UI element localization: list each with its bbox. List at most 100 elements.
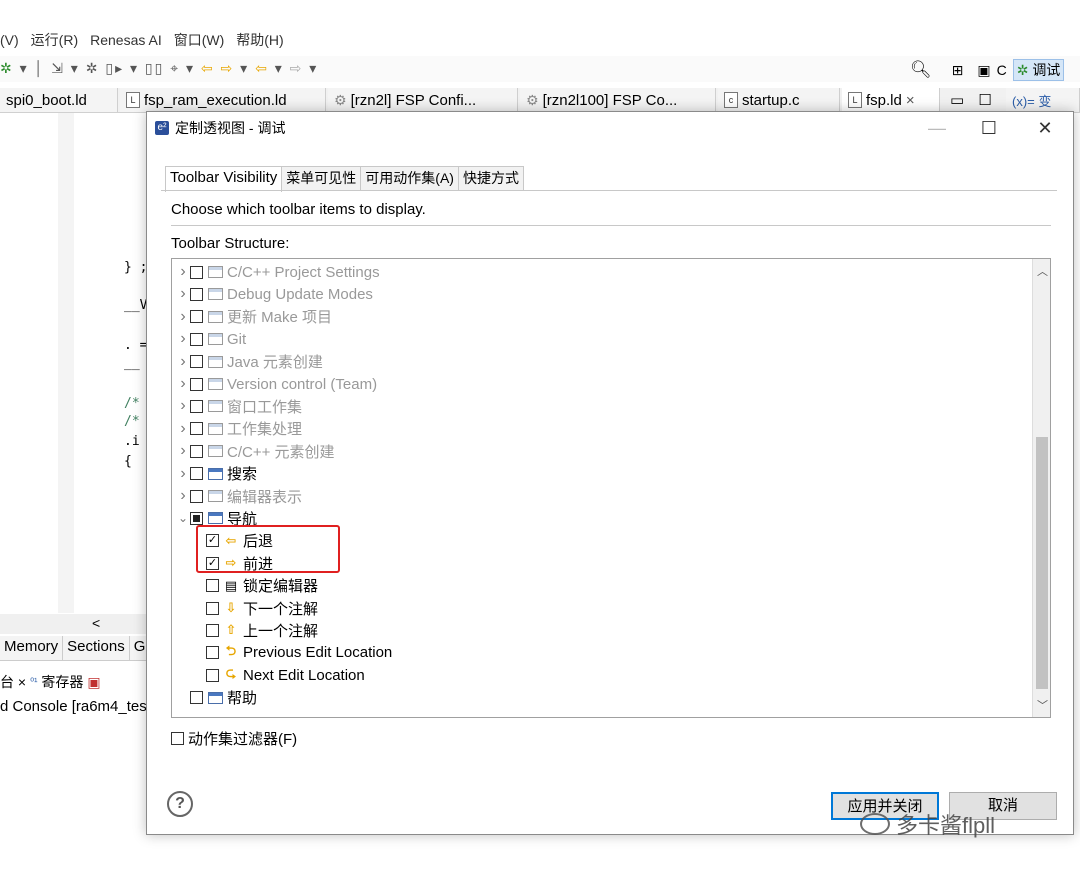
tree-item-checkbox[interactable]: ✓ (206, 534, 219, 548)
tab-rzn2l-fsp-config[interactable]: ⚙ [rzn2l] FSP Confi... (328, 88, 518, 112)
forward-toolbar-icon[interactable]: ⇨ (221, 60, 235, 76)
tree-item[interactable]: ✓ ⇨ 前进 (192, 552, 273, 574)
tab-console[interactable]: 台 × (0, 672, 26, 692)
tree-item-checkbox[interactable] (190, 489, 203, 503)
tree-item[interactable]: ⮌ Previous Edit Location (192, 642, 392, 664)
tree-item[interactable]: ✓ ⇦ 后退 (192, 530, 273, 552)
open-perspective-icon[interactable]: ⊞ (952, 62, 964, 79)
tree-item-checkbox[interactable] (206, 601, 219, 615)
tree-item-checkbox[interactable] (206, 579, 219, 593)
chevron-right-icon[interactable]: › (176, 285, 190, 303)
maximize-icon[interactable]: ☐ (978, 91, 991, 109)
tab-fsp-ram-execution[interactable]: L fsp_ram_execution.ld (120, 88, 326, 112)
tab-sections[interactable]: Sections (63, 636, 130, 660)
forward-arrow-icon[interactable]: ⇨ (290, 60, 304, 76)
chevron-right-icon[interactable]: › (176, 487, 190, 505)
debug-perspective-button[interactable]: ✲ 调试 (1012, 59, 1065, 81)
chevron-right-icon[interactable]: › (176, 308, 190, 326)
tab-action-sets[interactable]: 可用动作集(A) (360, 166, 459, 190)
tab-fsp-ld[interactable]: L fsp.ld × (842, 88, 940, 112)
tree-item[interactable]: › 更新 Make 项目 (176, 306, 332, 328)
scrollbar-thumb[interactable] (1036, 437, 1048, 689)
chevron-right-icon[interactable]: › (176, 330, 190, 348)
c-perspective-label[interactable]: C (997, 62, 1007, 78)
menu-renesas-ai[interactable]: Renesas AI (90, 32, 162, 48)
chevron-right-icon[interactable]: › (176, 465, 190, 483)
run-icon[interactable]: ⇲ (51, 60, 65, 76)
toolbar-structure-tree[interactable]: ︿ ﹀ › C/C++ Project Settings › Debug Update… (171, 258, 1051, 718)
tree-item[interactable]: ⌄ 导航 (176, 507, 257, 529)
tree-item-checkbox[interactable] (190, 287, 203, 301)
tab-registers[interactable]: 寄存器 (41, 672, 83, 692)
peripherals-icon[interactable]: ▣ (87, 674, 100, 691)
action-set-filter[interactable]: 动作集过滤器(F) (171, 728, 297, 749)
chevron-right-icon[interactable]: › (176, 353, 190, 371)
chevron-right-icon[interactable]: › (176, 375, 190, 393)
tab-spi0-boot[interactable]: spi0_boot.ld (0, 88, 118, 112)
tree-item[interactable]: 帮助 (176, 687, 257, 709)
menu-view[interactable]: (V) (0, 32, 19, 48)
chevron-right-icon[interactable]: › (176, 420, 190, 438)
close-button[interactable]: ✕ (1025, 116, 1065, 140)
close-icon[interactable]: × (906, 92, 915, 109)
tree-item-checkbox[interactable] (190, 444, 203, 458)
tree-item[interactable]: › 搜索 (176, 463, 257, 485)
variables-view-tab[interactable]: (x)= 变 (1006, 88, 1080, 112)
chevron-right-icon[interactable]: › (176, 263, 190, 281)
bug-icon[interactable]: ✲ (86, 60, 100, 76)
scroll-up-icon[interactable]: ︿ (1037, 263, 1048, 279)
back-arrow-icon[interactable]: ⇦ (255, 60, 269, 76)
filter-checkbox[interactable] (171, 732, 184, 745)
tree-item[interactable]: › 编辑器表示 (176, 485, 302, 507)
scroll-down-icon[interactable]: ﹀ (1037, 697, 1048, 713)
tab-rzn2l100-fsp-config[interactable]: ⚙ [rzn2l100] FSP Co... (520, 88, 716, 112)
scroll-left-icon[interactable]: < (92, 615, 100, 631)
tree-item-checkbox[interactable] (190, 467, 203, 481)
tab-menu-visibility[interactable]: 菜单可见性 (281, 166, 362, 190)
tree-item-checkbox[interactable] (190, 691, 203, 705)
tree-item[interactable]: › C/C++ 元素创建 (176, 440, 334, 462)
tree-item-checkbox[interactable] (190, 355, 203, 369)
tree-item[interactable]: ▤ 锁定编辑器 (192, 575, 318, 597)
tree-item[interactable]: › Debug Update Modes (176, 283, 373, 305)
minimize-icon[interactable]: ▭ (950, 91, 964, 109)
tree-item-checkbox[interactable] (190, 332, 203, 346)
tree-item[interactable]: › Java 元素创建 (176, 351, 323, 373)
tree-item-checkbox[interactable] (206, 668, 219, 682)
tree-item-checkbox[interactable] (190, 511, 203, 525)
menu-window[interactable]: 窗口(W) (174, 30, 225, 50)
tree-item[interactable]: › 工作集处理 (176, 418, 302, 440)
chevron-right-icon[interactable]: › (176, 442, 190, 460)
tree-item-checkbox[interactable] (190, 265, 203, 279)
maximize-button[interactable]: ☐ (969, 116, 1009, 140)
c-perspective-icon[interactable]: ▣ (977, 62, 990, 79)
tree-item[interactable]: ⇩ 下一个注解 (192, 597, 318, 619)
tree-item[interactable]: › C/C++ Project Settings (176, 261, 379, 283)
tree-item[interactable]: › Git (176, 328, 246, 350)
tree-item[interactable]: › 窗口工作集 (176, 395, 302, 417)
debug-icon[interactable]: ✲ (0, 60, 14, 76)
tab-startup-c[interactable]: c startup.c (718, 88, 840, 112)
tree-item-checkbox[interactable] (206, 623, 219, 637)
help-icon[interactable]: ? (167, 791, 193, 817)
tree-item[interactable]: ⮎ Next Edit Location (192, 664, 365, 686)
toolbar-icons[interactable]: ✲ ▾ │ ⇲ ▾ ✲ ▯▸ ▾ ▯▯ ⌖ ▾ ⇦ ⇨ ▾ ⇦ ▾ ⇨ ▾ (0, 60, 318, 77)
tree-item-checkbox[interactable]: ✓ (206, 556, 219, 570)
tree-item[interactable]: ⇧ 上一个注解 (192, 619, 318, 641)
tab-shortcuts[interactable]: 快捷方式 (457, 166, 524, 190)
chevron-down-icon[interactable]: ⌄ (176, 511, 190, 525)
tree-item-checkbox[interactable] (206, 646, 219, 660)
tree-item-checkbox[interactable] (190, 399, 203, 413)
tree-item-checkbox[interactable] (190, 377, 203, 391)
minimize-button[interactable]: — (917, 116, 957, 140)
tree-item-checkbox[interactable] (190, 310, 203, 324)
back-toolbar-icon[interactable]: ⇦ (201, 60, 215, 76)
tab-memory[interactable]: Memory (0, 636, 64, 660)
search-icon[interactable]: 🔍︎ (910, 60, 932, 80)
editor-horizontal-scrollbar[interactable]: < (0, 614, 146, 634)
menu-run[interactable]: 运行(R) (31, 30, 78, 50)
tree-item[interactable]: › Version control (Team) (176, 373, 377, 395)
build-icon[interactable]: ▯▯ (145, 60, 164, 76)
chevron-right-icon[interactable]: › (176, 397, 190, 415)
tab-toolbar-visibility[interactable]: Toolbar Visibility (165, 166, 283, 192)
